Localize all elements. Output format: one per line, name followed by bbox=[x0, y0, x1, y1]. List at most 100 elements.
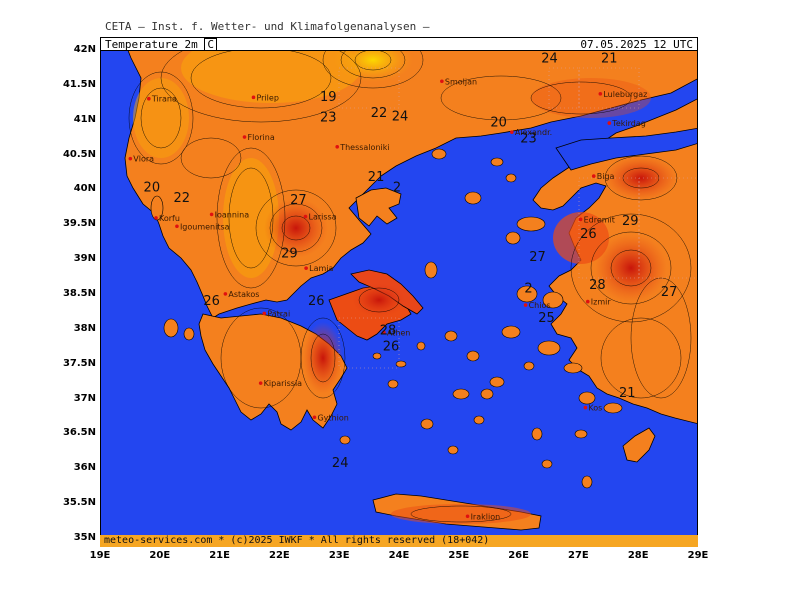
city-label: Tekirdag bbox=[611, 119, 646, 128]
longitude-tick-label: 23E bbox=[328, 550, 350, 561]
city-label: Luleburgaz bbox=[603, 90, 647, 99]
city-marker bbox=[465, 514, 470, 519]
longitude-tick-label: 26E bbox=[508, 550, 529, 561]
city-marker bbox=[312, 415, 317, 420]
latitude-tick-label: 41.5N bbox=[62, 78, 96, 90]
isotherm-value-label: 23 bbox=[520, 132, 537, 147]
city-marker bbox=[258, 381, 263, 385]
zone-hot-attica bbox=[351, 282, 407, 318]
isotherm-value-label: 2 bbox=[393, 180, 401, 195]
city-marker bbox=[335, 145, 340, 149]
longitude-tick-label: 28E bbox=[627, 550, 649, 561]
longitude-tick-label: 19E bbox=[89, 550, 111, 561]
header-title: CETA — Inst. f. Wetter- und Klimafolgena… bbox=[105, 20, 430, 33]
city-label: Florina bbox=[248, 133, 275, 142]
zone-cold-albania bbox=[133, 78, 189, 158]
longitude-tick-label: 21E bbox=[209, 550, 230, 561]
latitude-tick-label: 37N bbox=[73, 392, 96, 404]
isotherm-value-label: 24 bbox=[332, 456, 349, 471]
city-label: Ioannina bbox=[215, 210, 250, 219]
city-label: Vlora bbox=[133, 155, 154, 164]
city-marker bbox=[440, 79, 444, 84]
city-marker bbox=[209, 212, 214, 217]
latitude-tick-label: 35.5N bbox=[62, 497, 96, 509]
isotherm-value-label: 29 bbox=[281, 247, 298, 262]
longitude-tick-label: 22E bbox=[269, 550, 290, 561]
panel-header: Temperature 2m C 07.05.2025 12 UTC bbox=[100, 37, 698, 51]
isotherm-value-label: 21 bbox=[368, 170, 385, 185]
city-label: Edremit bbox=[584, 215, 615, 224]
city-label: Patrai bbox=[267, 309, 290, 318]
latitude-tick-label: 39N bbox=[73, 253, 96, 265]
isotherm-value-label: 27 bbox=[290, 193, 307, 208]
city-marker bbox=[262, 311, 267, 316]
variable-name: Temperature 2m bbox=[105, 38, 198, 51]
city-marker bbox=[242, 135, 247, 139]
city-label: Chios bbox=[529, 301, 551, 310]
latitude-tick-label: 36.5N bbox=[62, 427, 96, 439]
city-marker bbox=[583, 405, 588, 410]
latitude-tick-label: 39.5N bbox=[62, 218, 96, 230]
footer-credit: meteo-services.com * (c)2025 IWKF * All … bbox=[100, 535, 698, 547]
city-marker bbox=[510, 130, 514, 134]
isotherm-value-label: 25 bbox=[538, 311, 555, 326]
zone-hot-peloponnese bbox=[303, 322, 343, 394]
city-label: Korfu bbox=[159, 214, 180, 223]
city-label: Kiparissia bbox=[264, 379, 303, 388]
variable-label: Temperature 2m C bbox=[105, 38, 217, 51]
isotherm-value-label: 24 bbox=[541, 51, 558, 66]
unit-badge: C bbox=[204, 38, 217, 51]
city-label: Kos bbox=[588, 404, 602, 413]
city-label: Lamia bbox=[309, 264, 333, 273]
city-marker bbox=[607, 121, 612, 125]
isotherm-value-label: 28 bbox=[380, 323, 397, 338]
city-marker bbox=[128, 156, 133, 161]
city-marker bbox=[223, 292, 228, 296]
city-label: Izmir bbox=[591, 298, 612, 307]
city-label: Prilep bbox=[256, 93, 278, 102]
city-marker bbox=[251, 95, 256, 100]
longitude-tick-label: 20E bbox=[149, 550, 171, 561]
city-label: Astakos bbox=[228, 290, 259, 299]
latitude-tick-label: 35N bbox=[73, 532, 96, 543]
latitude-tick-label: 40.5N bbox=[62, 148, 96, 160]
isotherm-value-label: 26 bbox=[308, 294, 325, 309]
city-marker bbox=[578, 217, 583, 222]
city-label: Larissa bbox=[309, 213, 337, 222]
latitude-tick-label: 36N bbox=[73, 462, 96, 474]
isotherm-value-label: 27 bbox=[661, 285, 678, 300]
isotherm-value-label: 28 bbox=[589, 278, 606, 293]
latitude-tick-label: 40N bbox=[73, 183, 96, 195]
isotherm-value-label: 23 bbox=[320, 111, 337, 126]
latitude-tick-label: 38N bbox=[73, 322, 96, 334]
isotherm-value-label: 26 bbox=[203, 294, 220, 309]
isotherm-value-label: 24 bbox=[392, 109, 409, 124]
city-marker bbox=[303, 214, 308, 219]
city-marker bbox=[147, 96, 151, 101]
zone-warm-crete bbox=[391, 504, 531, 524]
isotherm-value-label: 2 bbox=[524, 282, 532, 297]
city-label: Gythion bbox=[317, 413, 348, 422]
map-canvas: Tirana Prilep Smoljan Luleburgaz Tekirdag Flo… bbox=[101, 38, 697, 546]
isotherm-value-label: 21 bbox=[619, 386, 636, 401]
latitude-tick-label: 38.5N bbox=[62, 288, 96, 299]
latitude-tick-label: 42N bbox=[73, 44, 96, 55]
city-marker bbox=[175, 224, 179, 229]
latitude-tick-label: 37.5N bbox=[62, 357, 96, 369]
city-label: Thessaloniki bbox=[339, 143, 389, 152]
isotherm-value-label: 27 bbox=[529, 250, 546, 265]
city-marker bbox=[585, 299, 590, 304]
latitude-tick-label: 41N bbox=[73, 113, 96, 125]
longitude-tick-label: 24E bbox=[388, 550, 410, 561]
city-marker bbox=[523, 303, 528, 307]
temperature-map: Tirana Prilep Smoljan Luleburgaz Tekirdag Flo… bbox=[100, 37, 698, 547]
city-label: Igoumenitsa bbox=[180, 222, 230, 231]
longitude-tick-label: 29E bbox=[687, 550, 709, 561]
isotherm-value-label: 20 bbox=[144, 180, 161, 195]
isotherm-value-label: 22 bbox=[173, 191, 190, 206]
isotherm-value-label: 29 bbox=[622, 214, 639, 229]
longitude-tick-label: 27E bbox=[568, 550, 589, 561]
valid-time: 07.05.2025 12 UTC bbox=[580, 38, 693, 51]
isotherm-value-label: 22 bbox=[371, 106, 388, 121]
city-marker bbox=[304, 266, 308, 270]
